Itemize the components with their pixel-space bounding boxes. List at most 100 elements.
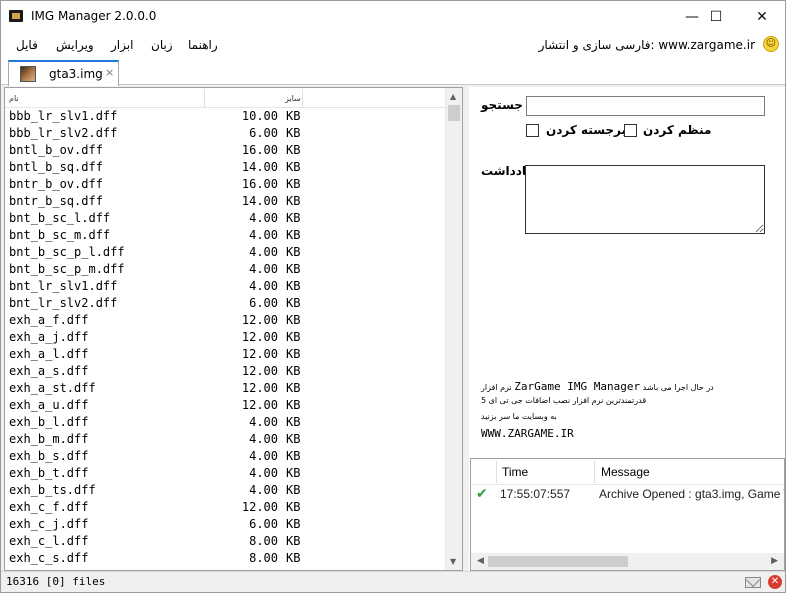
file-row[interactable]: bnt_lr_slv1.dff 4.00 KB	[5, 278, 446, 295]
menu-file[interactable]: فایل	[16, 38, 38, 52]
file-size: 4.00	[249, 449, 278, 463]
file-row[interactable]: exh_a_st.dff 12.00 KB	[5, 380, 446, 397]
match-checkbox[interactable]	[624, 124, 637, 137]
website-link[interactable]: WWW.ZARGAME.IR	[481, 427, 574, 440]
notes-textarea[interactable]	[525, 165, 765, 234]
file-size: 4.00	[249, 245, 278, 259]
file-list[interactable]: نام سایز bbb_lr_slv1.dff 10.00 KB bbb_lr_sl…	[4, 87, 463, 571]
menu-help[interactable]: راهنما	[188, 38, 218, 52]
title-bar: IMG Manager 2.0.0.0 — ☐ ✕	[1, 1, 785, 32]
file-size-unit: KB	[286, 211, 301, 225]
menu-bar: فایل ویرایش ابزار زبان راهنما فارسی سازی…	[1, 32, 785, 58]
tab-gta3-img[interactable]: gta3.img ×	[8, 60, 119, 86]
menu-tools[interactable]: ابزار	[111, 38, 133, 52]
column-divider[interactable]	[204, 89, 205, 107]
file-size-unit: KB	[286, 466, 301, 480]
app-window: IMG Manager 2.0.0.0 — ☐ ✕ فایل ویرایش اب…	[0, 0, 786, 593]
mail-icon[interactable]	[745, 577, 761, 588]
window-title: IMG Manager 2.0.0.0	[31, 9, 157, 23]
log-entry-message: Archive Opened : gta3.img, Game Type	[599, 487, 784, 501]
file-list-scrollbar[interactable]: ▲ ▼	[445, 88, 462, 570]
file-row[interactable]: bbb_lr_slv2.dff 6.00 KB	[5, 125, 446, 142]
file-row[interactable]: bnt_lr_slv2.dff 6.00 KB	[5, 295, 446, 312]
file-row[interactable]: exh_a_l.dff 12.00 KB	[5, 346, 446, 363]
file-row[interactable]: exh_b_m.dff 4.00 KB	[5, 431, 446, 448]
file-row[interactable]: exh_a_s.dff 12.00 KB	[5, 363, 446, 380]
file-row[interactable]: exh_a_u.dff 12.00 KB	[5, 397, 446, 414]
file-size: 14.00	[241, 194, 278, 208]
file-row[interactable]: bntr_b_ov.dff 16.00 KB	[5, 176, 446, 193]
file-row[interactable]: bntr_b_sq.dff 14.00 KB	[5, 193, 446, 210]
file-row[interactable]: exh_c_s.dff 8.00 KB	[5, 550, 446, 567]
file-size: 12.00	[241, 398, 278, 412]
file-name: exh_a_u.dff	[9, 398, 89, 412]
file-row[interactable]: exh_b_l.dff 4.00 KB	[5, 414, 446, 431]
info-line-1-suffix: در حال اجرا می باشد	[642, 383, 714, 392]
log-scrollbar[interactable]: ◀ ▶	[471, 553, 784, 570]
menu-edit[interactable]: ویرایش	[56, 38, 94, 52]
archive-thumbnail-icon	[20, 66, 36, 82]
file-size: 12.00	[241, 347, 278, 361]
file-size: 4.00	[249, 228, 278, 242]
menu-language[interactable]: زبان	[151, 38, 173, 52]
file-row[interactable]: exh_c_l.dff 8.00 KB	[5, 533, 446, 550]
search-input[interactable]	[526, 96, 765, 116]
file-row[interactable]: bbb_lr_slv1.dff 10.00 KB	[5, 108, 446, 125]
file-size: 6.00	[249, 126, 278, 140]
column-divider[interactable]	[594, 461, 595, 483]
file-row[interactable]: bntl_b_sq.dff 14.00 KB	[5, 159, 446, 176]
file-row[interactable]: exh_a_j.dff 12.00 KB	[5, 329, 446, 346]
file-name: exh_a_s.dff	[9, 364, 89, 378]
smiley-icon[interactable]: ☺	[763, 36, 779, 52]
file-row[interactable]: exh_c_f.dff 12.00 KB	[5, 499, 446, 516]
file-row[interactable]: bntl_b_ov.dff 16.00 KB	[5, 142, 446, 159]
info-line-2: قدرتمندترین نرم افزار نصب اضافات جی تی ا…	[481, 396, 647, 405]
file-size: 14.00	[241, 160, 278, 174]
file-size: 10.00	[241, 109, 278, 123]
file-size: 4.00	[249, 483, 278, 497]
file-size-unit: KB	[286, 517, 301, 531]
file-row[interactable]: bnt_b_sc_l.dff 4.00 KB	[5, 210, 446, 227]
close-button[interactable]: ✕	[739, 1, 785, 32]
scroll-thumb[interactable]	[488, 556, 628, 567]
file-size-unit: KB	[286, 381, 301, 395]
log-column-message[interactable]: Message	[601, 465, 650, 479]
column-divider[interactable]	[302, 89, 303, 107]
file-row[interactable]: exh_b_t.dff 4.00 KB	[5, 465, 446, 482]
file-size: 6.00	[249, 296, 278, 310]
error-icon[interactable]: ✕	[768, 575, 782, 589]
file-row[interactable]: exh_b_ts.dff 4.00 KB	[5, 482, 446, 499]
column-divider[interactable]	[496, 461, 497, 483]
scroll-up-arrow-icon[interactable]: ▲	[450, 92, 456, 101]
file-row[interactable]: bnt_b_sc_p_l.dff 4.00 KB	[5, 244, 446, 261]
highlight-checkbox[interactable]	[526, 124, 539, 137]
file-name: exh_a_l.dff	[9, 347, 89, 361]
file-row[interactable]: exh_b_s.dff 4.00 KB	[5, 448, 446, 465]
file-name: bntr_b_ov.dff	[9, 177, 103, 191]
scroll-thumb[interactable]	[448, 105, 460, 121]
scroll-down-arrow-icon[interactable]: ▼	[450, 557, 456, 566]
file-size: 4.00	[249, 432, 278, 446]
file-size-unit: KB	[286, 160, 301, 174]
match-checkbox-label[interactable]: منظم کردن	[643, 123, 711, 137]
maximize-button[interactable]: ☐	[693, 1, 739, 32]
scroll-left-arrow-icon[interactable]: ◀	[477, 556, 484, 566]
file-row[interactable]: bnt_b_sc_m.dff 4.00 KB	[5, 227, 446, 244]
file-row[interactable]: exh_c_j.dff 6.00 KB	[5, 516, 446, 533]
file-row[interactable]: bnt_b_sc_p_m.dff 4.00 KB	[5, 261, 446, 278]
info-line-1: نرم افزار ZarGame IMG Manager در حال اجر…	[481, 380, 714, 393]
file-size-unit: KB	[286, 347, 301, 361]
file-size: 12.00	[241, 500, 278, 514]
column-header-name[interactable]: نام	[9, 94, 19, 103]
log-entry-time: 17:55:07:557	[500, 487, 571, 501]
file-size-unit: KB	[286, 143, 301, 157]
scroll-right-arrow-icon[interactable]: ▶	[771, 556, 778, 566]
tab-close-icon[interactable]: ×	[105, 66, 114, 79]
file-list-header: نام سایز	[5, 88, 446, 108]
log-column-time[interactable]: Time	[502, 465, 528, 479]
column-header-size[interactable]: سایز	[285, 94, 301, 103]
highlight-checkbox-label[interactable]: برجسته کردن	[546, 123, 626, 137]
info-line-1-prefix: نرم افزار	[481, 383, 512, 392]
file-row[interactable]: exh_a_f.dff 12.00 KB	[5, 312, 446, 329]
file-size-unit: KB	[286, 262, 301, 276]
